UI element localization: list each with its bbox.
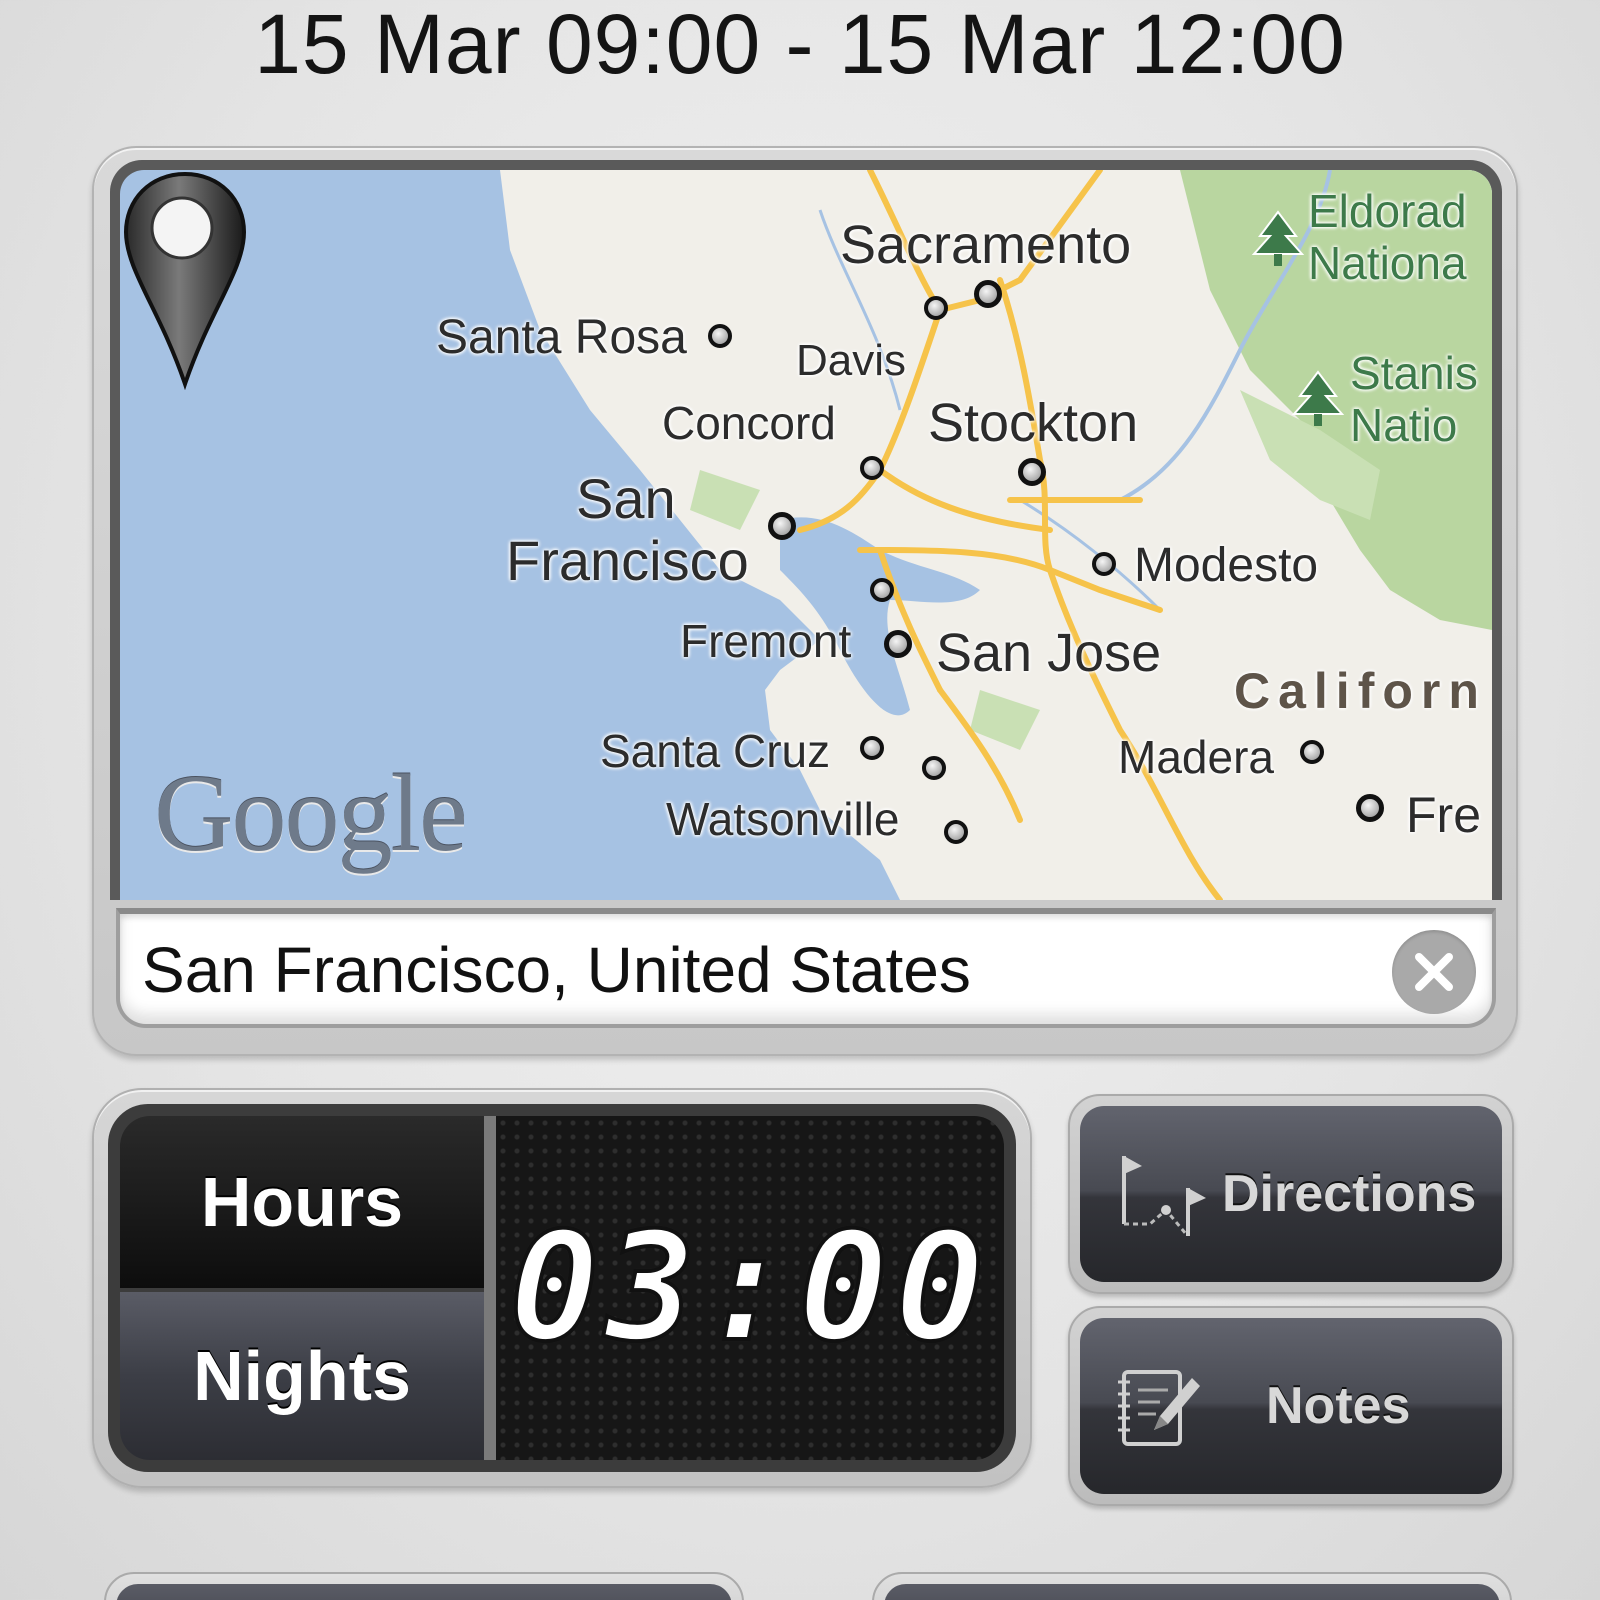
location-search-value[interactable]: San Francisco, United States <box>142 938 971 1002</box>
map-pin-icon[interactable] <box>120 170 250 390</box>
city-label: Francisco <box>506 529 749 592</box>
city-label: Santa Rosa <box>436 311 687 364</box>
city-label: Santa Cruz <box>600 725 831 777</box>
city-marker[interactable] <box>1018 458 1046 486</box>
city-marker[interactable] <box>924 296 948 320</box>
directions-button[interactable]: Directions <box>1068 1094 1514 1294</box>
city-marker[interactable] <box>884 630 912 658</box>
mode-hours-button[interactable]: Hours <box>120 1116 484 1288</box>
city-label: Sacramento <box>840 215 1132 275</box>
state-label: Californ <box>1234 663 1487 719</box>
city-label: San Jose <box>936 623 1162 683</box>
city-label: Concord <box>662 397 836 449</box>
google-logo: Google <box>154 752 468 874</box>
region-label: Stanis <box>1350 347 1478 399</box>
directions-button-face[interactable]: Directions <box>1080 1106 1502 1282</box>
city-label: Watsonville <box>666 793 900 845</box>
city-label: Fremont <box>680 615 852 667</box>
bottom-left-button[interactable] <box>104 1572 744 1600</box>
directions-label: Directions <box>1222 1165 1477 1223</box>
city-marker[interactable] <box>1356 794 1384 822</box>
city-marker[interactable] <box>1092 552 1116 576</box>
city-marker[interactable] <box>944 820 968 844</box>
location-search-field[interactable]: San Francisco, United States <box>116 908 1496 1028</box>
mode-nights-button[interactable]: Nights <box>120 1292 484 1460</box>
duration-panel: Hours Nights 03:00 <box>92 1088 1032 1488</box>
city-marker[interactable] <box>768 512 796 540</box>
duration-inner: Hours Nights 03:00 <box>108 1104 1016 1472</box>
region-label: Eldorad <box>1308 185 1467 237</box>
notepad-pencil-icon <box>1118 1370 1200 1446</box>
city-marker[interactable] <box>860 736 884 760</box>
tree-icon <box>1291 370 1345 426</box>
city-label: Davis <box>796 336 907 385</box>
divider <box>484 1116 496 1460</box>
city-marker[interactable] <box>1300 740 1324 764</box>
city-label: Fre <box>1406 787 1481 843</box>
duration-value: 03:00 <box>507 1199 991 1377</box>
city-marker[interactable] <box>922 756 946 780</box>
route-flags-icon <box>1122 1156 1206 1236</box>
map-frame: Sacramento Santa Rosa Davis Concord Stoc… <box>110 160 1502 900</box>
notes-button[interactable]: Notes <box>1068 1306 1514 1506</box>
region-label: Nationa <box>1308 237 1467 289</box>
notes-button-face[interactable]: Notes <box>1080 1318 1502 1494</box>
clear-search-button[interactable] <box>1392 930 1476 1014</box>
city-marker[interactable] <box>708 324 732 348</box>
region-label: Natio <box>1350 399 1458 451</box>
city-marker[interactable] <box>974 280 1002 308</box>
notes-label: Notes <box>1266 1377 1411 1435</box>
duration-display[interactable]: 03:00 <box>496 1116 1004 1460</box>
close-icon <box>1415 953 1453 991</box>
tree-icon <box>1251 210 1305 266</box>
map-view[interactable]: Sacramento Santa Rosa Davis Concord Stoc… <box>120 170 1492 900</box>
city-marker[interactable] <box>860 456 884 480</box>
date-range-title: 15 Mar 09:00 - 15 Mar 12:00 <box>254 0 1346 91</box>
city-marker[interactable] <box>870 578 894 602</box>
city-label: Madera <box>1118 731 1274 783</box>
bottom-right-button[interactable] <box>872 1572 1512 1600</box>
city-label: Stockton <box>928 393 1139 453</box>
city-label: San <box>576 467 676 530</box>
city-label: Modesto <box>1134 539 1319 592</box>
map-panel: Sacramento Santa Rosa Davis Concord Stoc… <box>92 146 1518 1056</box>
